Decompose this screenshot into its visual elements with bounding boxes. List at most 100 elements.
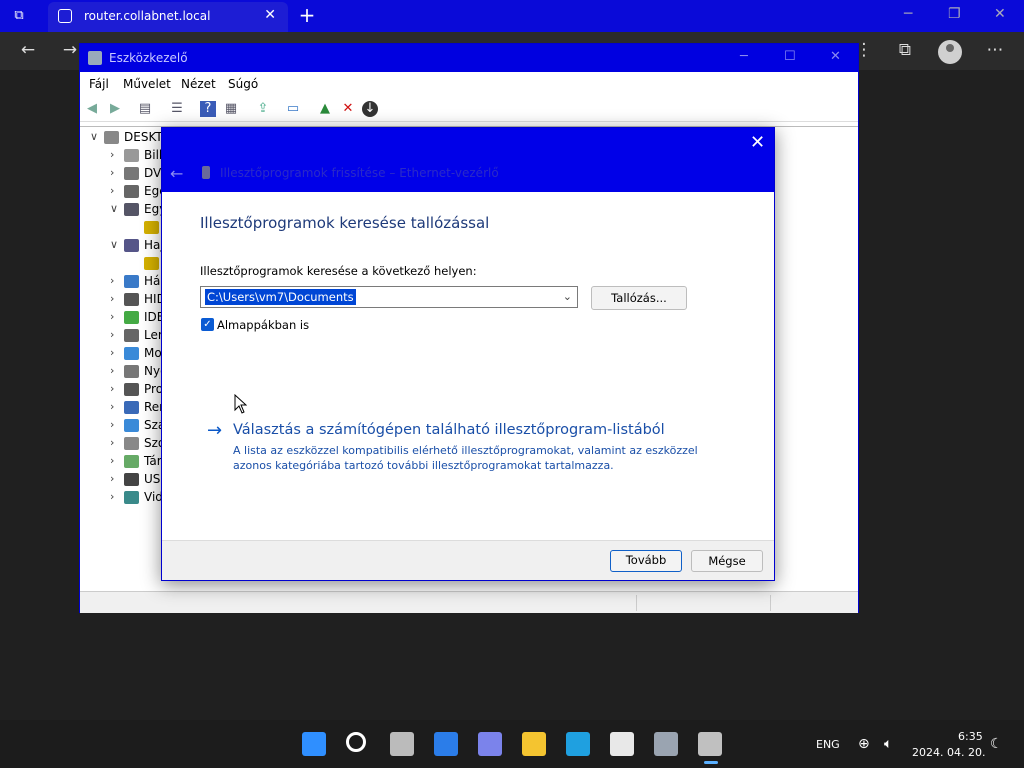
tree-item[interactable]: › Pro [80, 381, 163, 399]
chevron-right-icon[interactable]: › [110, 346, 122, 359]
notifications-icon[interactable]: ☾ [990, 736, 1003, 752]
tree-item[interactable]: › Egé [80, 183, 167, 201]
disable-device-icon[interactable]: ↓ [362, 101, 378, 117]
browser-minimize-icon[interactable]: ─ [904, 6, 912, 22]
teams-chat-icon[interactable] [478, 732, 502, 756]
scan-hardware-icon[interactable]: ▭ [285, 101, 301, 117]
menu-help[interactable]: Súgó [228, 77, 258, 91]
chevron-right-icon[interactable]: › [110, 490, 122, 503]
back-arrow-icon[interactable]: ◀ [84, 101, 100, 117]
chevron-down-icon[interactable]: ∨ [110, 238, 122, 251]
input-language[interactable]: ENG [816, 738, 840, 751]
tree-item[interactable]: › Vid [80, 489, 163, 507]
tree-item[interactable]: › Szá [80, 417, 165, 435]
pick-from-list-link[interactable]: Választás a számítógépen található illes… [233, 422, 665, 438]
chevron-right-icon[interactable]: › [110, 166, 122, 179]
tree-item[interactable]: › Mo [80, 345, 162, 363]
chevron-down-icon[interactable]: ∨ [110, 202, 122, 215]
volume-icon[interactable]: 🔈︎ [884, 736, 892, 752]
chevron-right-icon[interactable]: › [110, 454, 122, 467]
next-button[interactable]: Tovább [610, 550, 682, 572]
back-icon[interactable]: ← [16, 40, 40, 60]
start-icon[interactable] [302, 732, 326, 756]
settings-icon[interactable] [654, 732, 678, 756]
device-manager-icon[interactable] [698, 732, 722, 756]
minimize-icon[interactable]: ─ [740, 49, 748, 64]
maximize-icon[interactable]: ☐ [784, 49, 796, 64]
browser-tab[interactable]: router.collabnet.local ✕ [48, 2, 288, 32]
chevron-right-icon[interactable]: › [110, 400, 122, 413]
tree-item[interactable]: › IDE [80, 309, 164, 327]
widgets-icon[interactable] [434, 732, 458, 756]
list-view-icon[interactable]: ☰ [169, 101, 185, 117]
tree-item[interactable]: › HID [80, 291, 166, 309]
tree-item[interactable]: › Ren [80, 399, 167, 417]
chevron-right-icon[interactable]: › [110, 274, 122, 287]
chevron-right-icon[interactable]: › [110, 292, 122, 305]
clock-date[interactable]: 2024. 04. 20. [912, 746, 985, 759]
menu-action[interactable]: Művelet [123, 77, 171, 91]
tree-item[interactable]: › Tár [80, 453, 162, 471]
task-view-icon[interactable] [390, 732, 414, 756]
chevron-right-icon[interactable]: › [110, 184, 122, 197]
uninstall-device-icon[interactable]: ✕ [340, 101, 356, 117]
file-explorer-icon[interactable] [522, 732, 546, 756]
browse-button[interactable]: Tallózás... [591, 286, 687, 310]
tree-item[interactable]: › Hál [80, 273, 164, 291]
close-icon[interactable]: ✕ [830, 49, 841, 64]
tree-item[interactable]: › Lem [80, 327, 170, 345]
chevron-right-icon[interactable]: › [110, 328, 122, 341]
browser-restore-icon[interactable]: ❐ [948, 6, 961, 22]
tree-item[interactable]: › Szo [80, 435, 165, 453]
tree-item[interactable]: ∨ DESKTOP [80, 129, 179, 147]
forward-arrow-icon[interactable]: ▶ [107, 101, 123, 117]
update-driver-icon[interactable]: ⇪ [255, 101, 271, 117]
dialog-close-icon[interactable]: ✕ [750, 132, 765, 153]
tree-item[interactable] [80, 255, 160, 273]
details-view-icon[interactable]: ▦ [223, 101, 239, 117]
edge-icon[interactable] [566, 732, 590, 756]
chevron-right-icon[interactable]: › [110, 364, 122, 377]
tree-item[interactable]: › USB [80, 471, 169, 489]
arrow-right-icon[interactable]: → [207, 420, 222, 441]
dialog-back-icon[interactable]: ← [170, 164, 183, 183]
chevron-right-icon[interactable]: › [110, 382, 122, 395]
properties-icon[interactable]: ▤ [137, 101, 153, 117]
chevron-right-icon[interactable]: › [110, 418, 122, 431]
search-icon[interactable] [346, 732, 366, 752]
profile-avatar[interactable] [938, 40, 962, 64]
help-icon[interactable]: ? [200, 101, 216, 117]
chevron-right-icon[interactable]: › [110, 310, 122, 323]
store-icon[interactable] [610, 732, 634, 756]
tab-actions-icon[interactable]: ⧉ [10, 7, 28, 25]
network-icon[interactable]: ⊕ [858, 736, 870, 752]
menu-file[interactable]: Fájl [89, 77, 109, 91]
tree-item[interactable]: › DVD [80, 165, 170, 183]
device-category-icon [124, 275, 139, 288]
browser-close-icon[interactable]: ✕ [994, 6, 1006, 22]
new-tab-button[interactable]: + [296, 4, 318, 26]
tree-item[interactable]: › Bill [80, 147, 162, 165]
include-subfolders-checkbox[interactable]: ✓ [201, 318, 214, 331]
tree-item[interactable]: › Nyo [80, 363, 167, 381]
chevron-down-icon[interactable]: ⌄ [563, 290, 572, 303]
search-path-combo[interactable]: C:\Users\vm7\Documents ⌄ [200, 286, 578, 308]
chevron-right-icon[interactable]: › [110, 472, 122, 485]
tree-item[interactable]: ∨ Egy [80, 201, 166, 219]
chevron-right-icon[interactable]: › [110, 148, 122, 161]
tree-item[interactable]: ∨ Hajt [80, 237, 168, 255]
menu-view[interactable]: Nézet [181, 77, 216, 91]
chevron-right-icon[interactable]: › [110, 436, 122, 449]
include-subfolders-label[interactable]: Almappákban is [217, 318, 309, 332]
device-category-icon [124, 365, 139, 378]
cancel-button[interactable]: Mégse [691, 550, 763, 572]
more-options-icon[interactable]: ⋯ [983, 40, 1007, 60]
chevron-down-icon[interactable]: ∨ [90, 130, 102, 143]
dialog-footer: Tovább Mégse [162, 540, 774, 580]
clock-time[interactable]: 6:35 [958, 730, 983, 743]
search-path-input[interactable]: C:\Users\vm7\Documents [205, 289, 356, 305]
enable-device-icon[interactable]: ▲ [317, 101, 333, 117]
tab-close-icon[interactable]: ✕ [264, 7, 276, 23]
collections-icon[interactable]: ⧉ [893, 40, 917, 60]
tree-item[interactable] [80, 219, 160, 237]
